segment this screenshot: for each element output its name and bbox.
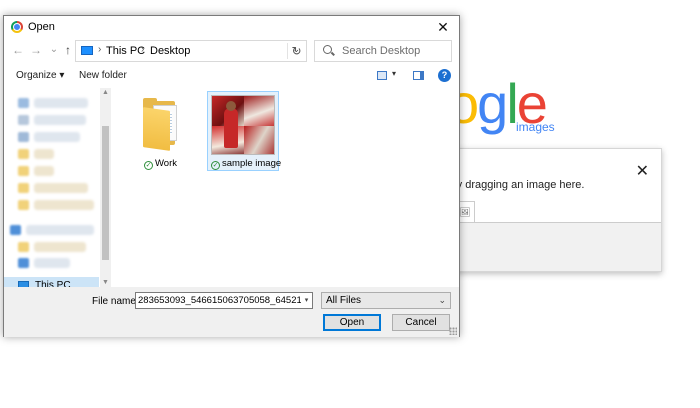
- open-file-dialog: Open ✕ ← → ⌄ ↑ › This PC › Desktop ⌄ ↻ S…: [3, 15, 460, 337]
- chrome-icon: [11, 21, 23, 33]
- command-bar: Organize ▾ New folder ▾ ?: [4, 66, 459, 86]
- refresh-icon[interactable]: ↻: [287, 43, 305, 59]
- resize-grip[interactable]: [449, 327, 457, 335]
- cancel-button[interactable]: Cancel: [392, 314, 450, 331]
- navigation-bar: ← → ⌄ ↑ › This PC › Desktop ⌄ ↻ Search D…: [4, 40, 459, 62]
- open-button[interactable]: Open: [323, 314, 381, 331]
- file-name-field[interactable]: 283653093_546615063705058_64521202369834…: [135, 292, 313, 309]
- synced-check-icon: ✓: [211, 161, 220, 170]
- organize-button[interactable]: Organize ▾: [16, 70, 64, 81]
- cloud-icon: [10, 225, 21, 235]
- folder-icon: [18, 183, 29, 193]
- dialog-title: Open: [28, 21, 55, 33]
- up-arrow-icon[interactable]: ↑: [60, 42, 76, 58]
- navigation-pane: This PC ▲ ▼: [4, 88, 111, 294]
- desktop-icon: [18, 258, 29, 268]
- nav-item-blurred[interactable]: [34, 183, 88, 193]
- preview-pane-icon[interactable]: [413, 71, 424, 80]
- nav-item-blurred[interactable]: [34, 132, 80, 142]
- folder-icon: [18, 132, 29, 142]
- folder-icon: [18, 166, 29, 176]
- view-options-icon[interactable]: [377, 71, 387, 80]
- close-icon[interactable]: ✕: [636, 161, 649, 181]
- file-name-label: sample image: [222, 158, 282, 169]
- nav-item-blurred[interactable]: [34, 258, 70, 268]
- synced-check-icon: ✓: [144, 161, 153, 170]
- folder-icon: [18, 149, 29, 159]
- close-icon[interactable]: ✕: [433, 18, 453, 36]
- folder-icon: [18, 115, 29, 125]
- search-icon: [323, 45, 332, 54]
- file-item-sample-image-label[interactable]: ✓ sample image: [211, 158, 281, 170]
- vertical-scrollbar[interactable]: ▲ ▼: [100, 88, 111, 287]
- breadcrumb-separator: ›: [98, 44, 102, 55]
- folder-icon[interactable]: [137, 95, 185, 153]
- folder-icon: [18, 242, 29, 252]
- this-pc-icon: [81, 46, 93, 55]
- scrollbar-thumb[interactable]: [102, 126, 109, 260]
- nav-item-blurred[interactable]: [26, 225, 94, 235]
- back-arrow-icon[interactable]: ←: [10, 42, 26, 58]
- nav-item-blurred[interactable]: [34, 166, 54, 176]
- address-bar[interactable]: › This PC › Desktop ⌄: [75, 40, 307, 62]
- nav-item-blurred[interactable]: [34, 149, 54, 159]
- breadcrumb-separator: ›: [141, 44, 145, 55]
- breadcrumb-desktop[interactable]: Desktop: [150, 45, 190, 57]
- new-folder-button[interactable]: New folder: [79, 70, 127, 81]
- upload-panel: [447, 223, 661, 271]
- breadcrumb-this-pc[interactable]: This PC: [106, 45, 145, 57]
- drop-hint-text: ry dragging an image here.: [453, 179, 585, 191]
- title-bar[interactable]: Open ✕: [4, 16, 459, 38]
- chevron-down-icon[interactable]: ▾: [392, 69, 396, 78]
- folder-icon: [18, 98, 29, 108]
- google-logo-subtext: images: [516, 120, 555, 134]
- folder-icon: [18, 200, 29, 210]
- file-type-value: All Files: [326, 295, 362, 306]
- file-name-value: 283653093_546615063705058_64521202369834: [138, 295, 312, 306]
- search-by-image-dialog: ✕ ry dragging an image here. 🖼: [446, 148, 662, 272]
- chevron-down-icon[interactable]: ▾: [301, 293, 312, 308]
- search-placeholder: Search Desktop: [342, 45, 421, 57]
- forward-arrow-icon[interactable]: →: [28, 42, 44, 58]
- dialog-footer: File name: 283653093_546615063705058_645…: [4, 287, 459, 337]
- nav-item-blurred[interactable]: [34, 98, 88, 108]
- file-name-label: Work: [155, 158, 177, 169]
- help-icon[interactable]: ?: [438, 69, 451, 82]
- image-thumbnail[interactable]: [211, 95, 275, 155]
- chevron-down-icon: ⌄: [438, 295, 446, 305]
- file-type-select[interactable]: All Files ⌄: [321, 292, 451, 309]
- scroll-down-icon[interactable]: ▼: [102, 279, 109, 286]
- nav-item-blurred[interactable]: [34, 115, 86, 125]
- nav-item-blurred[interactable]: [34, 200, 94, 210]
- nav-item-blurred[interactable]: [34, 242, 86, 252]
- search-input[interactable]: Search Desktop: [314, 40, 452, 62]
- scroll-up-icon[interactable]: ▲: [102, 89, 109, 96]
- file-name-label: File name:: [92, 296, 139, 307]
- file-item-work[interactable]: ✓ Work: [144, 158, 177, 170]
